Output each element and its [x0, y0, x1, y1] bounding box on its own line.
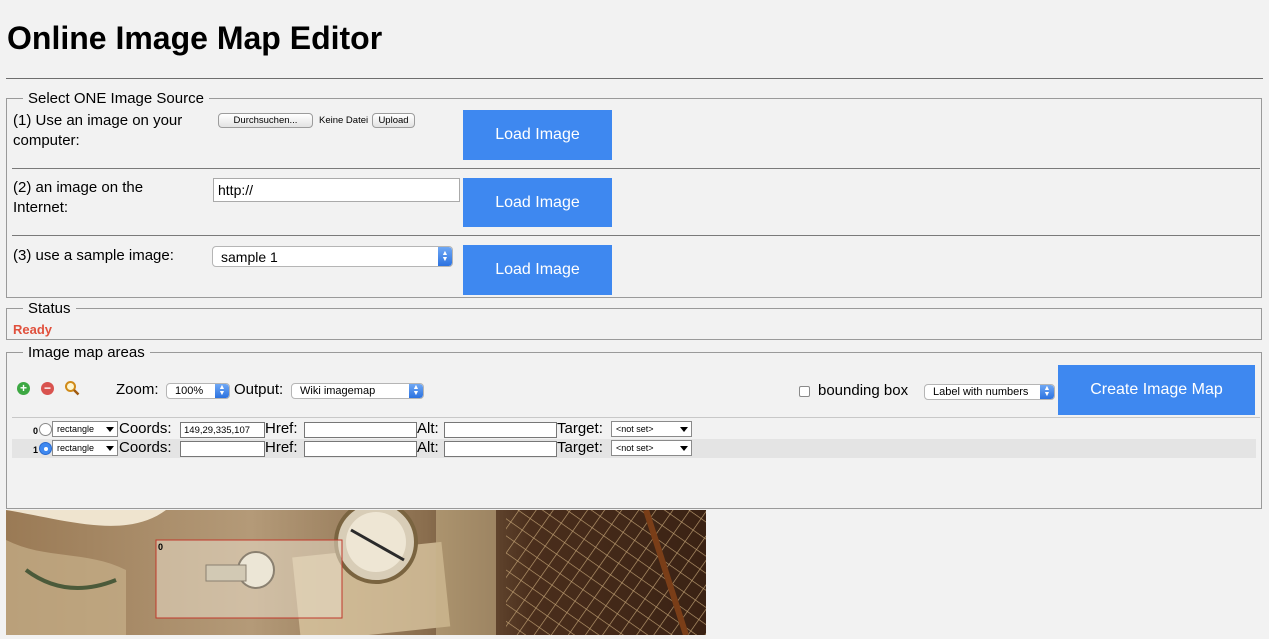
title-divider — [6, 78, 1263, 79]
browse-button[interactable]: Durchsuchen... — [218, 113, 313, 128]
target-value: <not set> — [616, 443, 654, 453]
bounding-box-checkbox[interactable] — [799, 386, 810, 397]
image-source-legend: Select ONE Image Source — [28, 90, 204, 107]
shape-select[interactable]: rectangle — [52, 421, 118, 437]
select-arrows-icon: ▲ ▼ — [409, 384, 423, 398]
alt-label: Alt: — [417, 420, 439, 437]
select-arrows-icon: ▲ ▼ — [1040, 385, 1054, 399]
label-mode-select[interactable]: Label with numbers ▲ ▼ — [924, 384, 1055, 400]
output-format-value: Wiki imagemap — [300, 385, 376, 397]
source-separator — [12, 168, 1260, 169]
areas-table-divider — [12, 417, 1260, 418]
alt-label: Alt: — [417, 439, 439, 456]
remove-circle-icon[interactable]: − — [41, 382, 54, 395]
status-fieldset: Status — [6, 300, 1262, 340]
href-input[interactable] — [304, 441, 417, 457]
sample-image-select[interactable]: sample 1 ▲ ▼ — [212, 246, 453, 267]
dropdown-arrow-icon — [680, 427, 688, 432]
href-label: Href: — [265, 439, 298, 456]
image-canvas[interactable]: 0 — [6, 510, 706, 635]
option2-label: (2) an image on the Internet: — [13, 179, 144, 216]
area-row[interactable]: 1 rectangle Coords: Href: Alt: Target: <… — [12, 439, 1256, 458]
label-mode-value: Label with numbers — [933, 386, 1029, 398]
alt-input[interactable] — [444, 441, 557, 457]
status-legend: Status — [28, 300, 71, 317]
shape-value: rectangle — [57, 424, 95, 434]
coords-label: Coords: — [119, 420, 172, 437]
alt-input[interactable] — [444, 422, 557, 438]
page-title: Online Image Map Editor — [7, 20, 383, 56]
dropdown-arrow-icon — [106, 446, 114, 451]
magnifier-icon[interactable] — [64, 380, 80, 396]
target-label: Target: — [557, 439, 603, 456]
areas-legend: Image map areas — [28, 344, 145, 361]
status-text: Ready — [13, 322, 53, 337]
area-select-radio[interactable] — [39, 442, 52, 455]
option3-label: (3) use a sample image: — [13, 247, 174, 264]
create-image-map-button[interactable]: Create Image Map — [1058, 365, 1255, 415]
zoom-label: Zoom: — [116, 381, 159, 398]
load-image-button-sample[interactable]: Load Image — [463, 245, 612, 295]
area-index: 1 — [33, 445, 39, 455]
option1-label: (1) Use an image on your computer: — [13, 112, 183, 149]
sample-image-value: sample 1 — [221, 248, 278, 265]
image-url-input[interactable] — [213, 178, 460, 202]
target-select[interactable]: <not set> — [611, 440, 692, 456]
area-label: 0 — [158, 542, 164, 552]
select-arrows-icon: ▲ ▼ — [215, 384, 229, 398]
bounding-box-label: bounding box — [818, 382, 909, 399]
coords-label: Coords: — [119, 439, 172, 456]
shape-value: rectangle — [57, 443, 95, 453]
select-arrows-icon: ▲ ▼ — [438, 247, 452, 266]
dropdown-arrow-icon — [680, 446, 688, 451]
href-input[interactable] — [304, 422, 417, 438]
upload-button[interactable]: Upload — [372, 113, 415, 128]
dropdown-arrow-icon — [106, 427, 114, 432]
load-image-button-internet[interactable]: Load Image — [463, 178, 612, 227]
output-format-select[interactable]: Wiki imagemap ▲ ▼ — [291, 383, 424, 399]
area-index: 0 — [33, 426, 39, 436]
file-status-text: Keine Datei — [319, 115, 369, 126]
zoom-select[interactable]: 100% ▲ ▼ — [166, 383, 230, 399]
zoom-value: 100% — [175, 385, 204, 397]
source-separator — [12, 235, 1260, 236]
coords-input[interactable] — [180, 422, 265, 438]
shape-select[interactable]: rectangle — [52, 440, 118, 456]
output-label: Output: — [234, 381, 284, 398]
area-row[interactable]: 0 rectangle Coords: Href: Alt: Target: <… — [12, 420, 1256, 439]
target-select[interactable]: <not set> — [611, 421, 692, 437]
area-select-radio[interactable] — [39, 423, 52, 436]
target-value: <not set> — [616, 424, 654, 434]
target-label: Target: — [557, 420, 603, 437]
sample-image — [6, 510, 706, 635]
load-image-button-computer[interactable]: Load Image — [463, 110, 612, 160]
coords-input[interactable] — [180, 441, 265, 457]
href-label: Href: — [265, 420, 298, 437]
add-circle-icon[interactable]: + — [17, 382, 30, 395]
